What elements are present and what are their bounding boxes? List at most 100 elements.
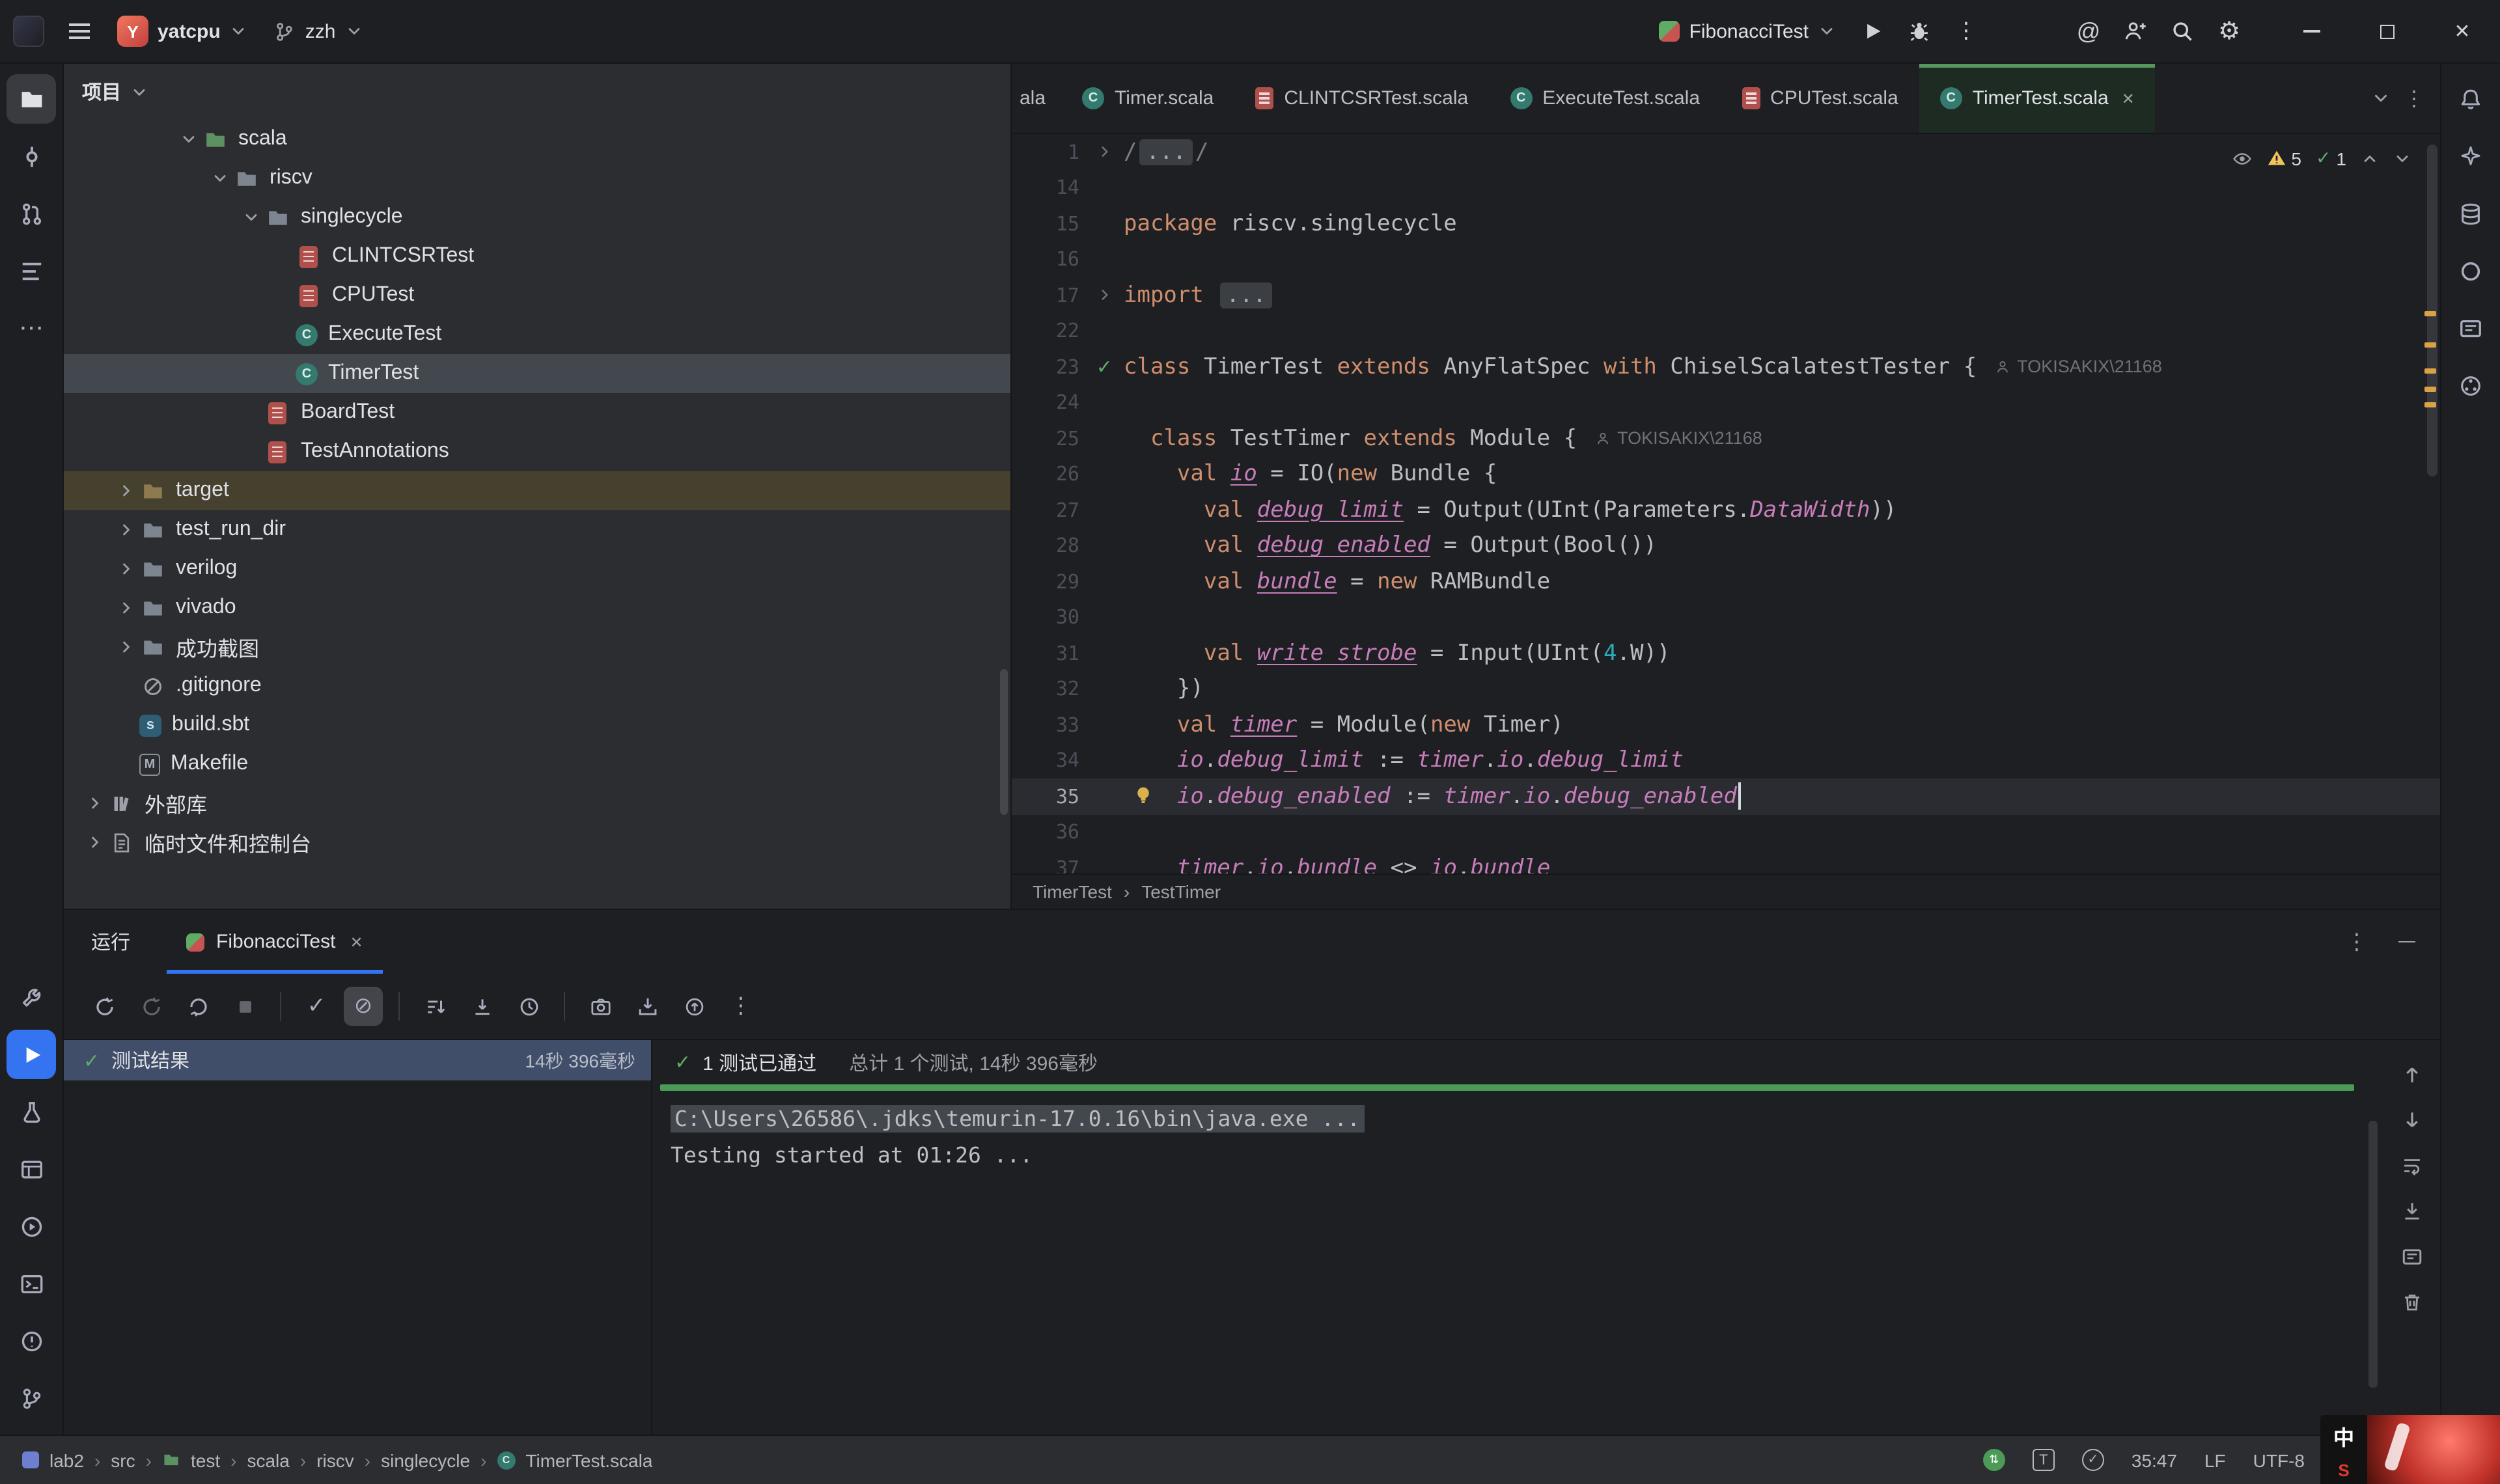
line-number[interactable]: 14: [1012, 176, 1085, 200]
chevron-right-icon[interactable]: [82, 833, 108, 851]
chevron-right-icon[interactable]: [113, 560, 139, 578]
project-widget[interactable]: Y yatcpu: [104, 8, 261, 55]
tree-item[interactable]: singlecycle: [64, 198, 1010, 237]
line-number[interactable]: 26: [1012, 463, 1085, 486]
tree-item[interactable]: verilog: [64, 549, 1010, 588]
chevron-down-icon[interactable]: [207, 169, 233, 187]
show-ignored-icon[interactable]: ⊘: [344, 987, 383, 1026]
more-options-icon[interactable]: ⋮: [721, 987, 760, 1026]
ime-widget[interactable]: 中 S: [2320, 1415, 2500, 1484]
breadcrumb-item[interactable]: TimerTest: [1033, 881, 1112, 902]
run-dashboard-icon[interactable]: [7, 1202, 56, 1251]
code-line[interactable]: 32 }): [1012, 671, 2440, 707]
console-scrollbar[interactable]: [2368, 1121, 2378, 1388]
console-line[interactable]: Testing started at 01:26 ...: [671, 1137, 2383, 1173]
fold-icon[interactable]: [1085, 287, 1124, 304]
run-tool-window-icon[interactable]: [7, 1030, 56, 1079]
pull-requests-icon[interactable]: [7, 189, 56, 238]
warning-stripe-mark[interactable]: [2424, 311, 2436, 316]
line-number[interactable]: 32: [1012, 678, 1085, 701]
debug-button[interactable]: [1896, 8, 1943, 55]
line-number[interactable]: 36: [1012, 821, 1085, 844]
sync-status-icon[interactable]: ⇅: [1982, 1449, 2005, 1471]
code-line[interactable]: 1 /... /: [1012, 134, 2440, 170]
tree-item[interactable]: riscv: [64, 159, 1010, 198]
line-number[interactable]: 28: [1012, 534, 1085, 558]
main-menu-button[interactable]: [55, 7, 104, 56]
status-path-item[interactable]: test: [191, 1450, 220, 1470]
tree-item[interactable]: CPUTest: [64, 276, 1010, 315]
code-with-me-button[interactable]: [2112, 8, 2159, 55]
maximize-button[interactable]: [2349, 0, 2424, 63]
dashboard-icon[interactable]: [7, 1144, 56, 1194]
import-test-results-icon[interactable]: [628, 987, 667, 1026]
line-number[interactable]: 33: [1012, 713, 1085, 737]
tree-item[interactable]: vivado: [64, 588, 1010, 627]
tree-item[interactable]: TestAnnotations: [64, 432, 1010, 471]
code-line[interactable]: 28 val debug_enabled = Output(Bool()): [1012, 528, 2440, 564]
prev-problem-button[interactable]: [2361, 149, 2379, 167]
line-number[interactable]: 35: [1012, 785, 1085, 808]
show-passed-icon[interactable]: ✓: [297, 987, 336, 1026]
code-line[interactable]: 14: [1012, 170, 2440, 206]
code-line[interactable]: 35 io. debug_enabled := timer. io. debug_en…: [1012, 778, 2440, 814]
hide-tool-window-button[interactable]: [2385, 921, 2427, 963]
line-number[interactable]: 22: [1012, 320, 1085, 343]
editor-scrollbar[interactable]: [2427, 144, 2438, 476]
status-path-item[interactable]: TimerTest.scala: [525, 1450, 652, 1470]
terminal-icon[interactable]: [7, 1259, 56, 1308]
line-number[interactable]: 23: [1012, 355, 1085, 379]
tree-item[interactable]: .gitignore: [64, 666, 1010, 706]
hidden-tabs-button[interactable]: [2371, 89, 2391, 108]
warning-stripe-mark[interactable]: [2424, 342, 2436, 348]
rerun-icon[interactable]: [85, 987, 124, 1026]
breadcrumb-item[interactable]: TestTimer: [1141, 881, 1221, 902]
chevron-right-icon[interactable]: [113, 599, 139, 617]
scroll-down-icon[interactable]: [2393, 1101, 2430, 1138]
line-number[interactable]: 15: [1012, 212, 1085, 236]
chevron-down-icon[interactable]: [238, 208, 264, 227]
code-line[interactable]: 24: [1012, 385, 2440, 420]
code-line[interactable]: 37 timer. io. bundle <> io. bundle: [1012, 850, 2440, 874]
soft-wrap-icon[interactable]: [2393, 1147, 2430, 1183]
code-line[interactable]: 33 val timer = Module(new Timer): [1012, 707, 2440, 743]
tree-item[interactable]: target: [64, 471, 1010, 510]
editor-tab[interactable]: C TimerTest.scala ✕: [1919, 64, 2156, 133]
project-icon[interactable]: [7, 74, 56, 124]
tree-item[interactable]: CLINTCSRTest: [64, 237, 1010, 276]
file-encoding[interactable]: UTF-8: [2253, 1450, 2305, 1470]
chevron-right-icon[interactable]: [113, 482, 139, 500]
tree-item[interactable]: 外部库: [64, 784, 1010, 823]
warnings-count[interactable]: 5: [2266, 148, 2301, 169]
line-number[interactable]: 17: [1012, 284, 1085, 307]
code-line[interactable]: 17 import ...: [1012, 277, 2440, 313]
line-separator[interactable]: LF: [2204, 1450, 2226, 1470]
expand-collapse-icon[interactable]: [462, 987, 501, 1026]
line-number[interactable]: 34: [1012, 749, 1085, 773]
status-path-item[interactable]: riscv: [316, 1450, 354, 1470]
settings-button[interactable]: ⚙: [2206, 8, 2253, 55]
code-line[interactable]: 22: [1012, 313, 2440, 349]
commit-icon[interactable]: [7, 131, 56, 181]
code-editor[interactable]: 1 /.../ 14 15 package riscv.singlecycle 16 17 i…: [1012, 134, 2440, 873]
scroll-up-icon[interactable]: [2393, 1056, 2430, 1092]
search-button[interactable]: [2159, 8, 2206, 55]
project-scrollbar[interactable]: [1000, 669, 1008, 815]
tree-item[interactable]: C TimerTest: [64, 354, 1010, 393]
line-number[interactable]: 37: [1012, 857, 1085, 874]
branch-widget[interactable]: zzh: [261, 8, 376, 55]
warning-stripe-mark[interactable]: [2424, 368, 2436, 374]
stop-icon[interactable]: [225, 987, 264, 1026]
line-number[interactable]: 25: [1012, 427, 1085, 450]
close-icon[interactable]: ✕: [350, 933, 363, 951]
scroll-to-end-icon[interactable]: [2393, 1192, 2430, 1229]
chevron-right-icon[interactable]: [113, 638, 139, 656]
code-line[interactable]: 15 package riscv.singlecycle: [1012, 206, 2440, 241]
inspections-widget[interactable]: 5 ✓ 1: [2231, 147, 2411, 169]
screenshot-icon[interactable]: [581, 987, 620, 1026]
code-line[interactable]: 16: [1012, 241, 2440, 277]
close-button[interactable]: ✕: [2424, 0, 2500, 63]
notifications-icon[interactable]: [2446, 74, 2495, 124]
code-line[interactable]: 31 val write_strobe = Input(UInt(4 .W)): [1012, 635, 2440, 671]
export-test-results-icon[interactable]: [674, 987, 714, 1026]
